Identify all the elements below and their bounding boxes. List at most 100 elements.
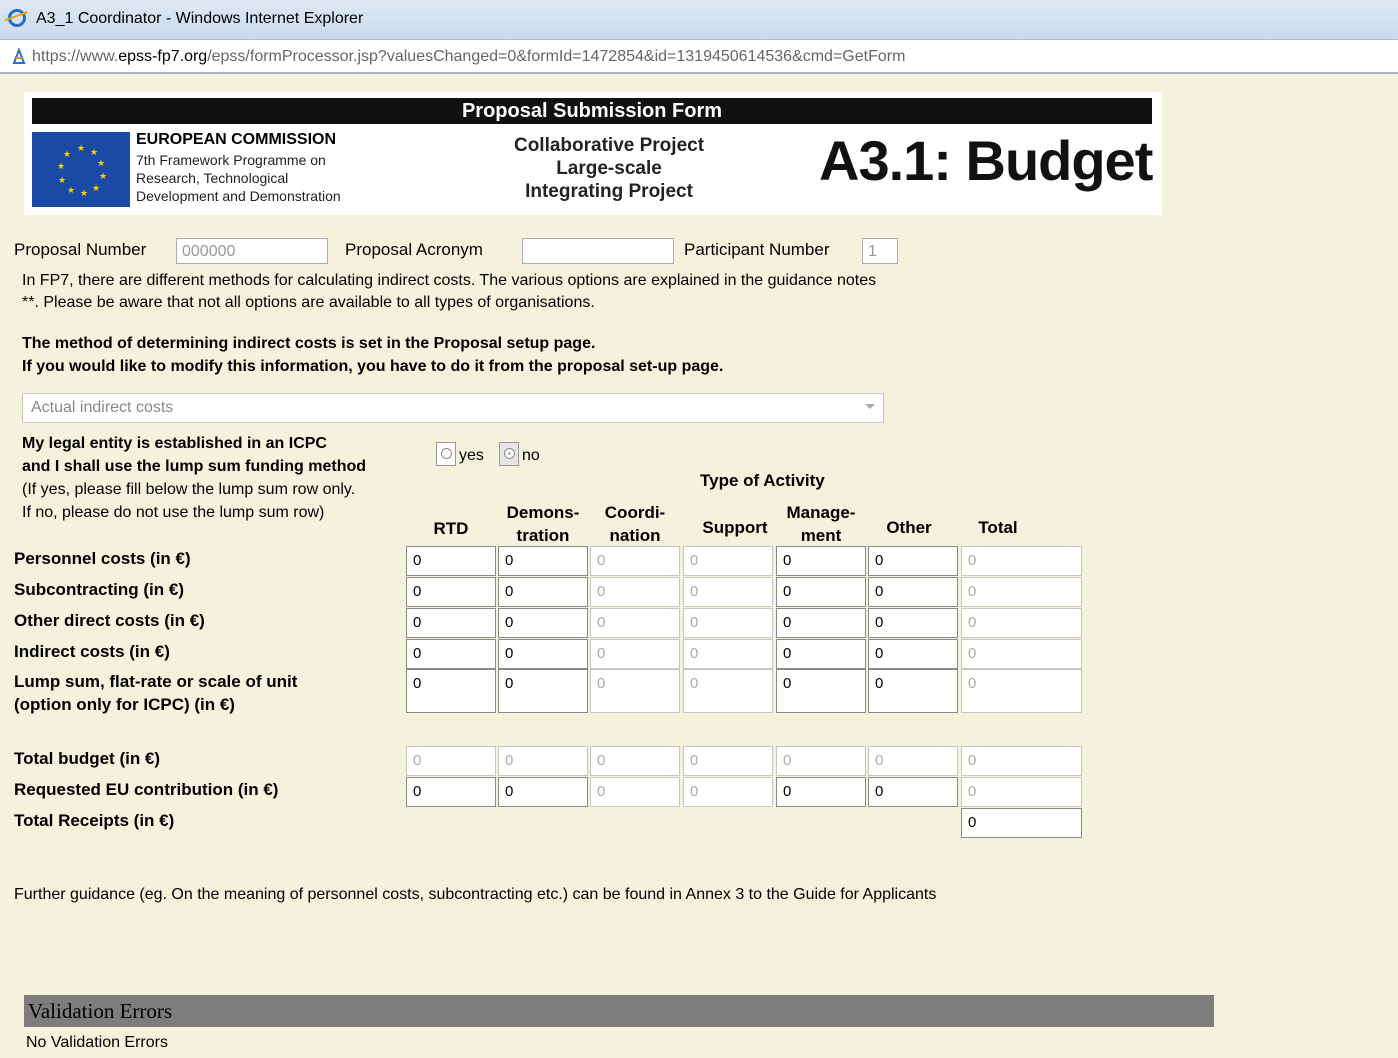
budget-cell[interactable]: 0 bbox=[868, 639, 958, 669]
indirect-costs-method-select[interactable]: Actual indirect costs bbox=[22, 393, 884, 423]
budget-total-cell: 0 bbox=[961, 608, 1082, 638]
total-budget-cell: 0 bbox=[498, 746, 588, 776]
budget-cell[interactable]: 0 bbox=[498, 639, 588, 669]
window-titlebar: A3_1 Coordinator - Windows Internet Expl… bbox=[0, 0, 1398, 40]
budget-cell[interactable]: 0 bbox=[406, 669, 496, 713]
eu-contribution-cell[interactable]: 0 bbox=[498, 777, 588, 807]
participant-number-field[interactable]: 1 bbox=[862, 238, 898, 264]
row-label-total-budget: Total budget (in €) bbox=[14, 749, 161, 768]
budget-cell: 0 bbox=[590, 608, 680, 638]
budget-cell[interactable]: 0 bbox=[406, 608, 496, 638]
budget-cell[interactable]: 0 bbox=[498, 546, 588, 576]
column-header-other: Other bbox=[886, 518, 932, 537]
radio-icon bbox=[441, 448, 452, 459]
total-budget-total-cell: 0 bbox=[961, 746, 1082, 776]
column-header-management: Manage-ment bbox=[786, 503, 856, 545]
eu-contribution-cell[interactable]: 0 bbox=[406, 777, 496, 807]
proposal-acronym-field[interactable] bbox=[522, 238, 674, 264]
eu-contribution-total-cell: 0 bbox=[961, 777, 1082, 807]
total-budget-cell: 0 bbox=[776, 746, 866, 776]
column-header-coordination: Coordi-nation bbox=[604, 503, 666, 545]
budget-cell[interactable]: 0 bbox=[406, 546, 496, 576]
budget-cell[interactable]: 0 bbox=[498, 577, 588, 607]
row-label-indirect-costs: Indirect costs (in €) bbox=[14, 642, 170, 661]
page-loading-icon bbox=[12, 48, 26, 64]
budget-cell: 0 bbox=[683, 669, 773, 713]
guidance-note: Further guidance (eg. On the meaning of … bbox=[14, 886, 937, 903]
proposal-number-field[interactable]: 000000 bbox=[176, 238, 328, 264]
budget-cell[interactable]: 0 bbox=[868, 669, 958, 713]
column-header-support: Support bbox=[702, 518, 768, 537]
column-header-demonstration: Demons-tration bbox=[506, 503, 580, 545]
chevron-down-icon bbox=[865, 404, 875, 409]
budget-cell[interactable]: 0 bbox=[868, 546, 958, 576]
commission-programme: 7th Framework Programme on Research, Tec… bbox=[136, 152, 341, 204]
form-header: Proposal Submission Form ★ ★ ★ ★ ★ ★ ★ ★… bbox=[24, 92, 1162, 215]
total-budget-cell: 0 bbox=[590, 746, 680, 776]
total-budget-cell: 0 bbox=[406, 746, 496, 776]
column-header-total: Total bbox=[978, 518, 1018, 537]
budget-cell: 0 bbox=[590, 639, 680, 669]
row-label-lump-sum: Lump sum, flat-rate or scale of unit (opt… bbox=[14, 672, 298, 714]
row-label-personnel-costs: Personnel costs (in €) bbox=[14, 549, 191, 568]
eu-contribution-cell: 0 bbox=[590, 777, 680, 807]
column-header-rtd: RTD bbox=[433, 519, 469, 538]
form-header-bar: Proposal Submission Form bbox=[32, 98, 1152, 124]
budget-cell: 0 bbox=[590, 669, 680, 713]
eu-contribution-cell: 0 bbox=[683, 777, 773, 807]
type-of-activity-heading: Type of Activity bbox=[700, 471, 825, 490]
budget-cell[interactable]: 0 bbox=[776, 639, 866, 669]
budget-cell[interactable]: 0 bbox=[776, 577, 866, 607]
eu-flag-icon: ★ ★ ★ ★ ★ ★ ★ ★ ★ ★ bbox=[32, 132, 130, 207]
budget-cell[interactable]: 0 bbox=[868, 577, 958, 607]
project-type: Collaborative Project Large-scale Integr… bbox=[513, 135, 705, 202]
budget-cell[interactable]: 0 bbox=[776, 669, 866, 713]
budget-cell: 0 bbox=[590, 546, 680, 576]
budget-cell[interactable]: 0 bbox=[498, 669, 588, 713]
form-title: A3.1: Budget bbox=[819, 129, 1153, 192]
internet-explorer-icon bbox=[8, 9, 26, 27]
total-receipts-field[interactable]: 0 bbox=[961, 808, 1082, 838]
method-setup-note: The method of determining indirect costs… bbox=[22, 335, 724, 375]
icpc-yes-label: yes bbox=[459, 447, 484, 464]
row-label-subcontracting: Subcontracting (in €) bbox=[14, 580, 184, 599]
icpc-question: My legal entity is established in an ICP… bbox=[22, 435, 367, 521]
budget-cell[interactable]: 0 bbox=[498, 608, 588, 638]
indirect-costs-note: In FP7, there are different methods for … bbox=[22, 272, 877, 311]
budget-total-cell: 0 bbox=[961, 546, 1082, 576]
url-text[interactable]: https://www.epss-fp7.org/epss/formProces… bbox=[32, 48, 905, 66]
row-label-eu-contribution: Requested EU contribution (in €) bbox=[14, 780, 279, 799]
row-label-total-receipts: Total Receipts (in €) bbox=[14, 811, 175, 830]
budget-cell[interactable]: 0 bbox=[406, 577, 496, 607]
radio-selected-icon bbox=[504, 448, 515, 459]
total-budget-cell: 0 bbox=[683, 746, 773, 776]
indirect-costs-method-value: Actual indirect costs bbox=[31, 399, 174, 416]
icpc-no-label: no bbox=[522, 447, 540, 464]
proposal-number-label: Proposal Number bbox=[14, 240, 147, 259]
icpc-yes-radio[interactable] bbox=[436, 442, 456, 466]
budget-cell: 0 bbox=[683, 639, 773, 669]
eu-contribution-cell[interactable]: 0 bbox=[776, 777, 866, 807]
budget-total-cell: 0 bbox=[961, 577, 1082, 607]
icpc-no-radio[interactable] bbox=[499, 442, 519, 466]
budget-total-cell: 0 bbox=[961, 639, 1082, 669]
commission-name: EUROPEAN COMMISSION bbox=[136, 131, 337, 148]
window-title: A3_1 Coordinator - Windows Internet Expl… bbox=[36, 10, 364, 27]
participant-number-label: Participant Number bbox=[684, 240, 830, 259]
budget-total-cell: 0 bbox=[961, 669, 1082, 713]
proposal-acronym-label: Proposal Acronym bbox=[345, 240, 483, 259]
address-bar[interactable]: https://www.epss-fp7.org/epss/formProces… bbox=[0, 40, 1398, 74]
budget-cell[interactable]: 0 bbox=[776, 546, 866, 576]
budget-cell: 0 bbox=[683, 546, 773, 576]
validation-errors-header: Validation Errors bbox=[24, 995, 1214, 1027]
validation-message: No Validation Errors bbox=[26, 1034, 168, 1051]
budget-cell: 0 bbox=[683, 608, 773, 638]
budget-cell[interactable]: 0 bbox=[776, 608, 866, 638]
row-label-other-direct-costs: Other direct costs (in €) bbox=[14, 611, 205, 630]
budget-cell: 0 bbox=[683, 577, 773, 607]
budget-cell[interactable]: 0 bbox=[406, 639, 496, 669]
total-budget-cell: 0 bbox=[868, 746, 958, 776]
budget-cell: 0 bbox=[590, 577, 680, 607]
budget-cell[interactable]: 0 bbox=[868, 608, 958, 638]
eu-contribution-cell[interactable]: 0 bbox=[868, 777, 958, 807]
